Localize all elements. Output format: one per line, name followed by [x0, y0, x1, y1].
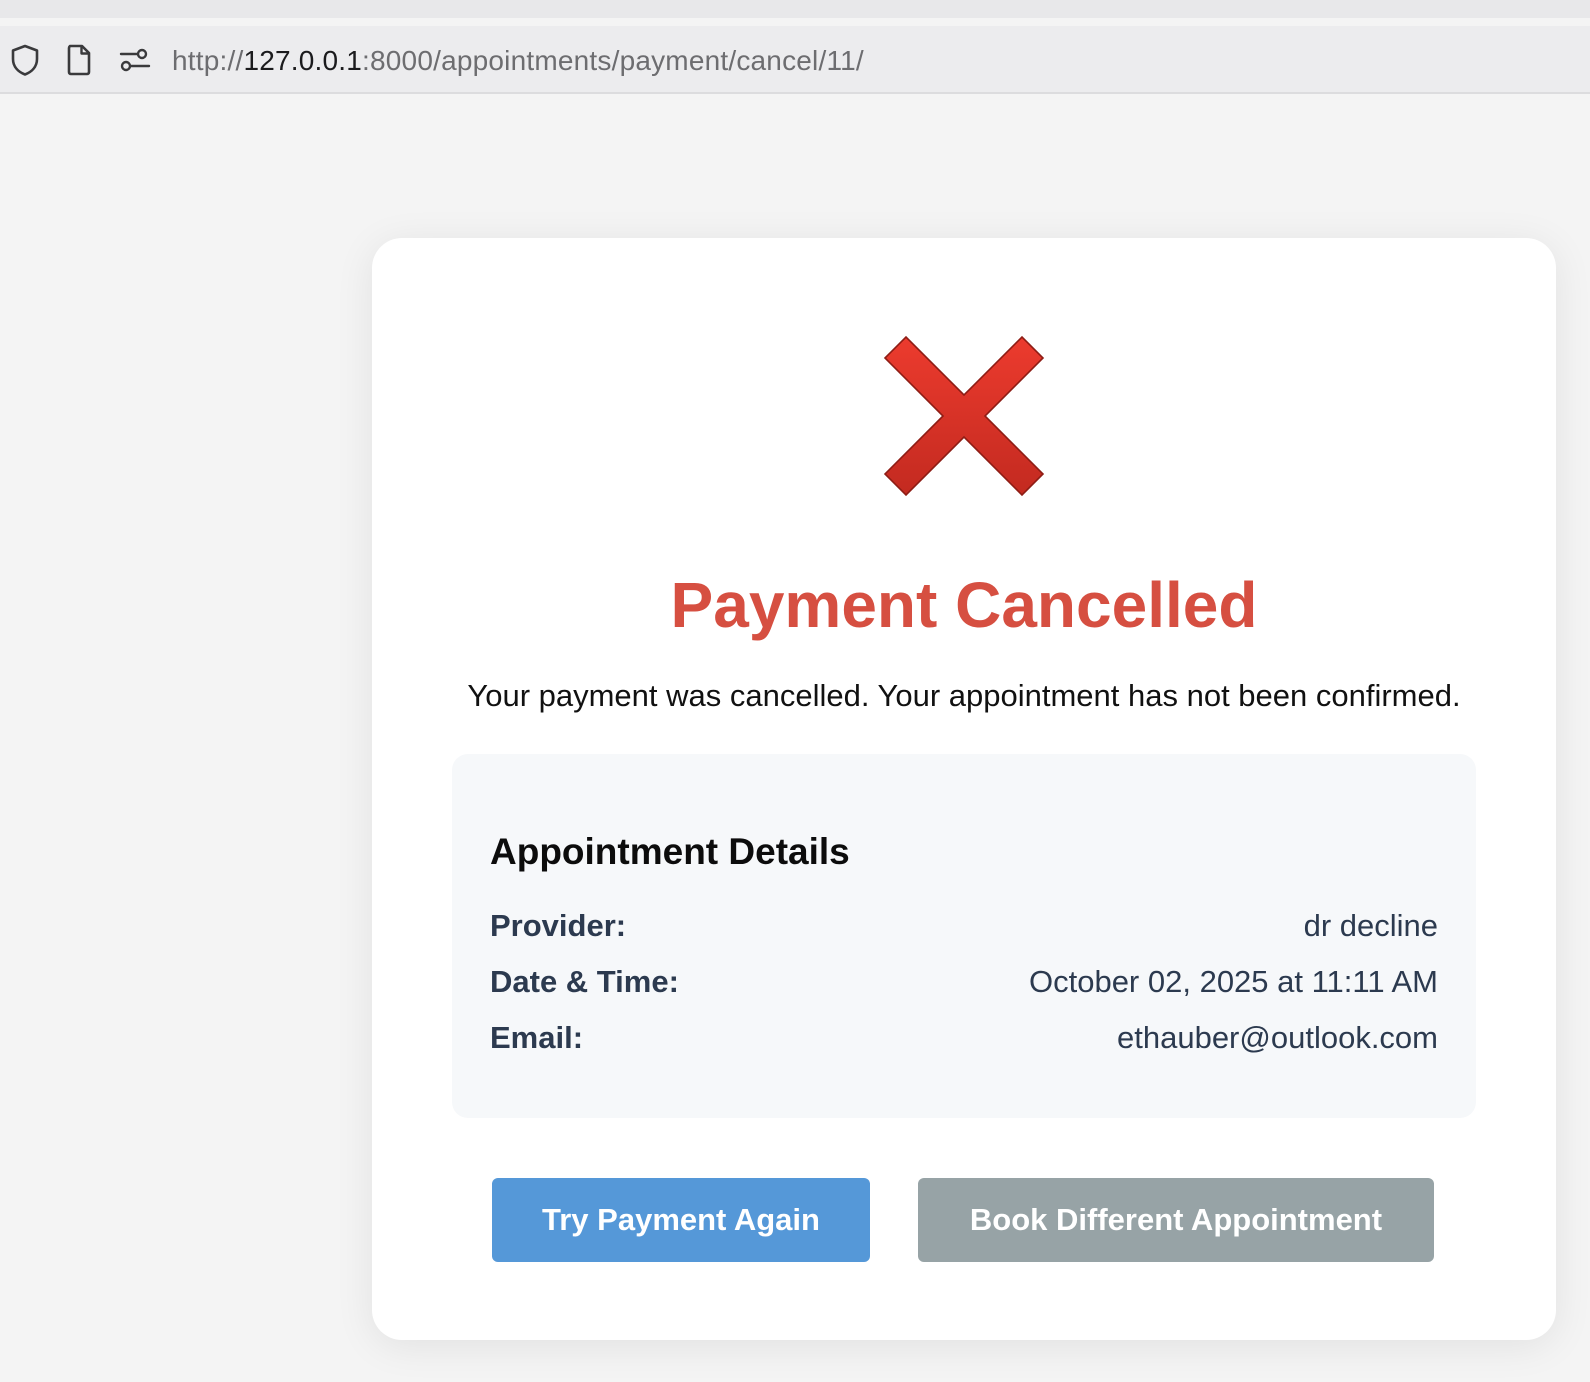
detail-value: October 02, 2025 at 11:11 AM	[1028, 964, 1438, 999]
try-payment-again-button[interactable]: Try Payment Again	[492, 1178, 870, 1262]
detail-value: ethauber@outlook.com	[1117, 1020, 1438, 1055]
detail-value: dr decline	[1303, 908, 1438, 943]
detail-row-provider: Provider: dr decline	[490, 906, 1438, 946]
appointment-details-panel: Appointment Details Provider: dr decline…	[452, 754, 1476, 1118]
permissions-icon[interactable]	[118, 43, 152, 77]
cross-mark-icon	[882, 334, 1046, 498]
browser-tab-strip	[0, 0, 1590, 18]
book-different-appointment-button[interactable]: Book Different Appointment	[918, 1178, 1434, 1262]
url-scheme: http://	[172, 45, 244, 76]
page-title: Payment Cancelled	[670, 569, 1258, 641]
detail-label: Date & Time:	[490, 964, 679, 999]
page-icon[interactable]	[62, 43, 96, 77]
detail-row-date-time: Date & Time: October 02, 2025 at 11:11 A…	[490, 962, 1438, 1002]
url-host: 127.0.0.1	[243, 45, 363, 76]
address-bar[interactable]: http://127.0.0.1:8000/appointments/payme…	[0, 26, 1590, 94]
detail-label: Email:	[490, 1020, 584, 1055]
detail-row-email: Email: ethauber@outlook.com	[490, 1018, 1438, 1058]
shield-icon[interactable]	[8, 43, 42, 77]
detail-label: Provider:	[490, 908, 627, 943]
url-path: :8000/appointments/payment/cancel/11/	[362, 45, 864, 76]
url-text[interactable]: http://127.0.0.1:8000/appointments/payme…	[172, 44, 864, 78]
status-message: Your payment was cancelled. Your appoint…	[467, 678, 1461, 713]
payment-cancelled-card: Payment Cancelled Your payment was cance…	[372, 238, 1556, 1340]
details-heading: Appointment Details	[490, 831, 850, 872]
